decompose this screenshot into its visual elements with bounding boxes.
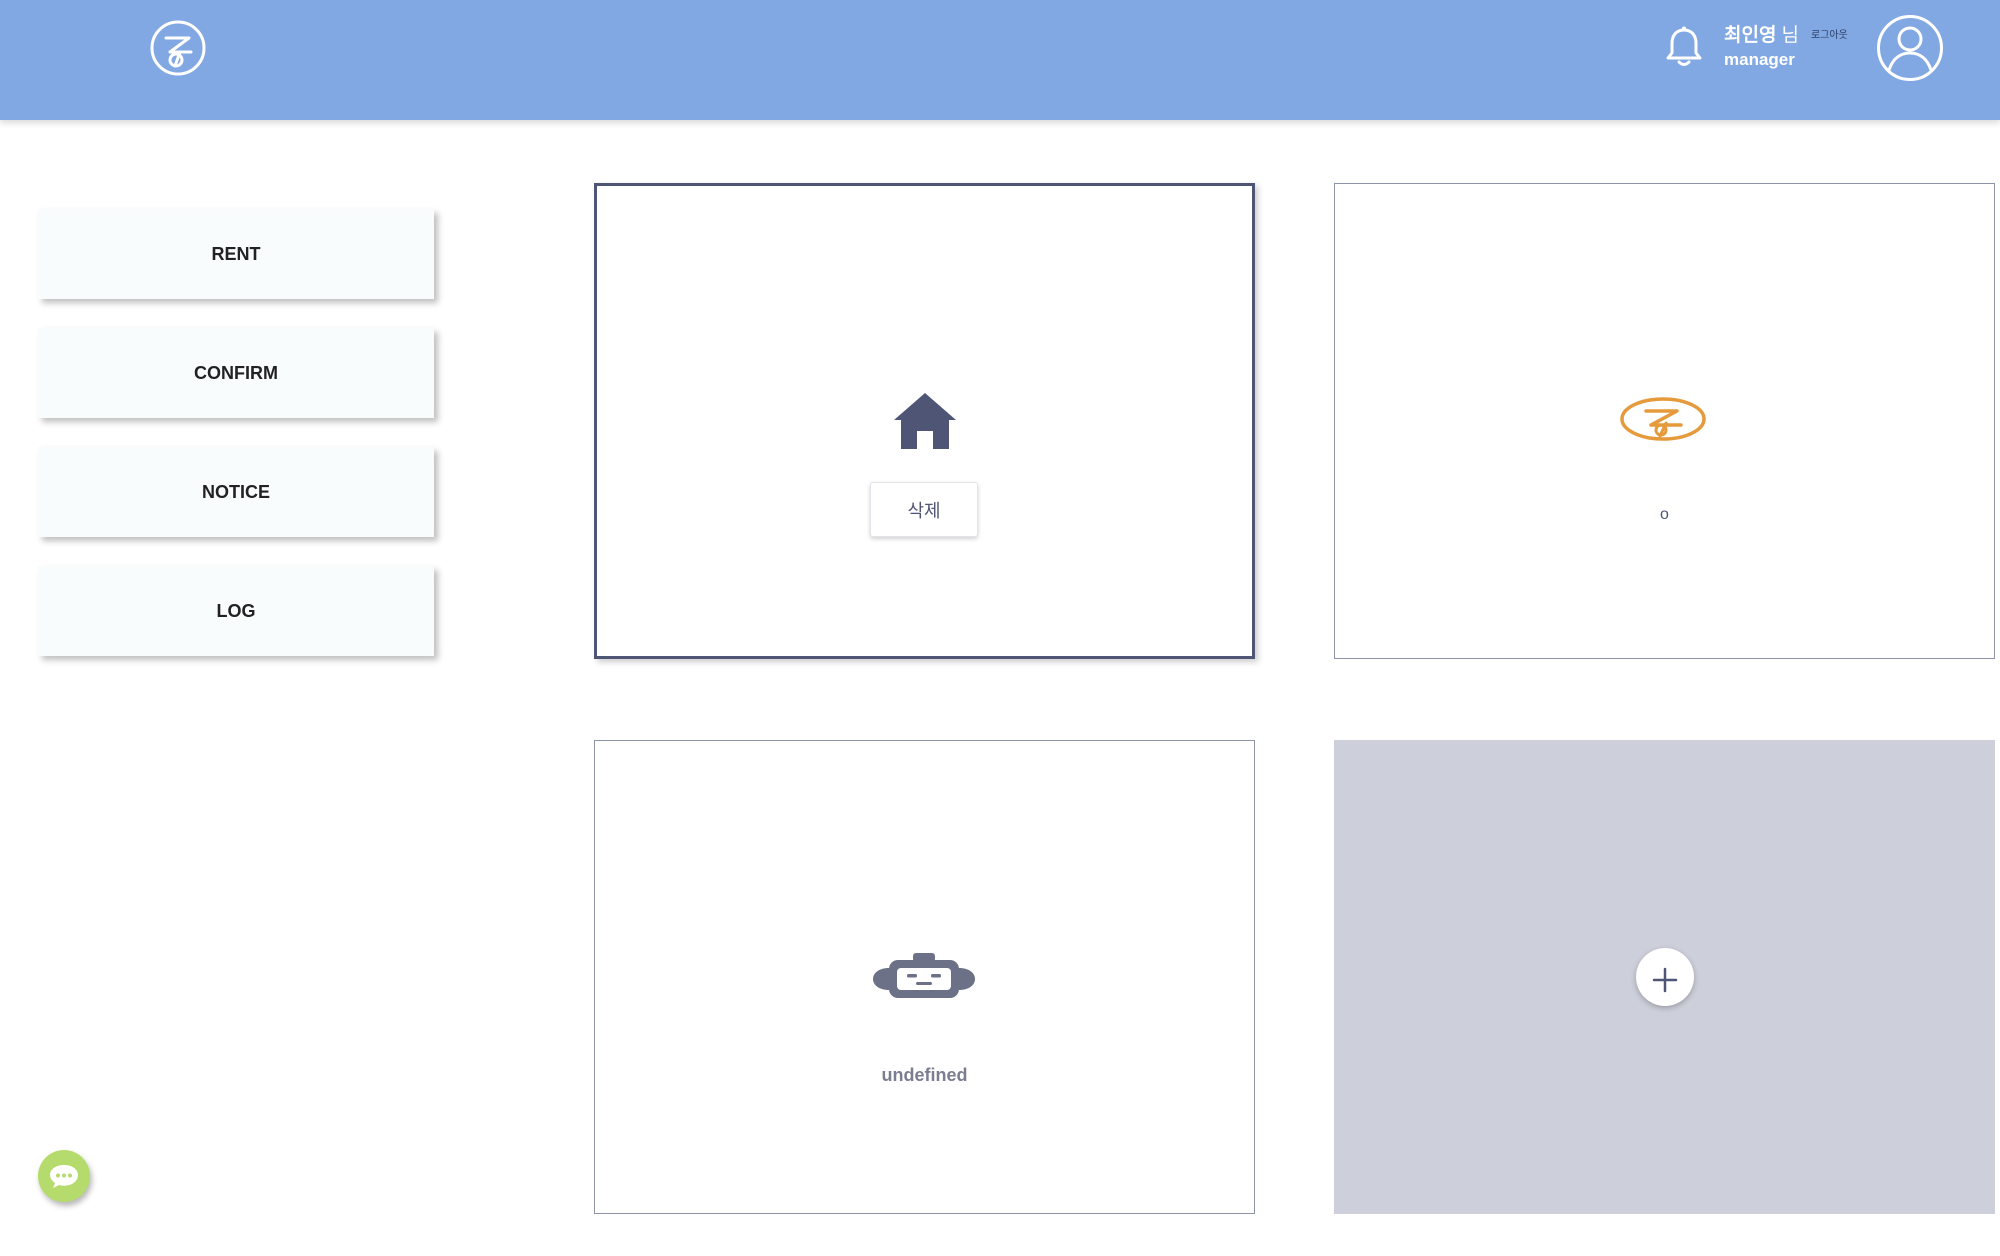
top-header: 최인영 님 로그아웃 manager bbox=[0, 0, 2000, 120]
logout-link[interactable]: 로그아웃 bbox=[1811, 30, 1848, 41]
robot-icon bbox=[873, 953, 975, 998]
chat-button[interactable] bbox=[38, 1150, 90, 1202]
sidebar-item-notice[interactable]: NOTICE bbox=[38, 447, 434, 537]
delete-button[interactable]: 삭제 bbox=[870, 482, 978, 537]
bot-card[interactable]: undefined bbox=[594, 740, 1255, 1214]
plus-icon bbox=[1652, 967, 1678, 993]
bot-card-label: undefined bbox=[881, 1065, 968, 1085]
logo-card[interactable]: o bbox=[1334, 183, 1995, 659]
user-name-row: 최인영 님 로그아웃 bbox=[1724, 26, 1848, 45]
user-name: 최인영 bbox=[1724, 25, 1777, 46]
logo-card-label: o bbox=[1660, 506, 1669, 523]
chat-bubble-icon bbox=[50, 1165, 78, 1188]
user-role: manager bbox=[1724, 50, 1795, 69]
zeta-circle-logo-icon[interactable] bbox=[149, 19, 207, 77]
sidebar-item-log[interactable]: LOG bbox=[38, 566, 434, 656]
home-card[interactable]: 삭제 bbox=[594, 183, 1255, 659]
home-icon bbox=[894, 393, 956, 449]
user-honorific: 님 bbox=[1781, 25, 1799, 46]
bell-icon[interactable] bbox=[1664, 25, 1704, 69]
add-card[interactable] bbox=[1334, 740, 1995, 1214]
orange-zeta-logo-icon bbox=[1620, 397, 1706, 441]
add-button[interactable] bbox=[1636, 948, 1694, 1006]
sidebar-item-rent[interactable]: RENT bbox=[38, 209, 434, 299]
user-circle-icon[interactable] bbox=[1876, 14, 1944, 82]
sidebar-item-confirm[interactable]: CONFIRM bbox=[38, 328, 434, 418]
user-info: 최인영 님 로그아웃 manager bbox=[1724, 26, 1848, 68]
